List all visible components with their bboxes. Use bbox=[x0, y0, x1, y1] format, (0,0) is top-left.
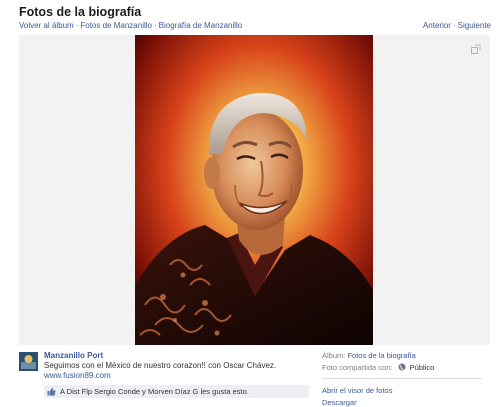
website-link[interactable]: www.fusion89.com bbox=[44, 371, 111, 380]
likes-text[interactable]: A Dist Flp Sergio Conde y Morven Díaz G … bbox=[60, 387, 249, 396]
globe-icon bbox=[398, 363, 406, 371]
photos-of-manzanillo-link[interactable]: Fotos de Manzanillo bbox=[80, 21, 152, 30]
biography-link[interactable]: Biografía de Manzanillo bbox=[159, 21, 243, 30]
poster-name-link[interactable]: Manzanillo Port bbox=[44, 351, 103, 360]
back-to-album-link[interactable]: Volver al álbum bbox=[19, 21, 74, 30]
avatar[interactable] bbox=[19, 352, 38, 371]
previous-link[interactable]: Anterior bbox=[423, 21, 451, 30]
breadcrumb: Volver al álbum · Fotos de Manzanillo · Biog… bbox=[19, 21, 242, 30]
thumbs-up-icon[interactable] bbox=[47, 387, 56, 396]
album-label: Álbum: bbox=[322, 351, 346, 360]
pager-separator: · bbox=[452, 21, 456, 30]
breadcrumb-separator: · bbox=[153, 21, 157, 30]
expand-icon[interactable] bbox=[471, 44, 481, 54]
photo-pager: Anterior · Siguiente bbox=[423, 21, 491, 30]
privacy-selector[interactable]: Público bbox=[410, 363, 435, 372]
likes-bar: A Dist Flp Sergio Conde y Morven Díaz G … bbox=[44, 385, 309, 398]
portrait-image bbox=[135, 35, 373, 345]
photo-caption: Seguimos con el México de nuestro corazo… bbox=[44, 361, 277, 370]
open-photo-viewer-link[interactable]: Abrir el visor de fotos bbox=[322, 386, 392, 395]
album-link[interactable]: Fotos de la biografía bbox=[347, 351, 415, 360]
divider bbox=[322, 378, 482, 379]
download-link[interactable]: Descargar bbox=[322, 398, 357, 407]
page-title: Fotos de la biografía bbox=[19, 5, 142, 19]
next-link[interactable]: Siguiente bbox=[458, 21, 491, 30]
shared-with-label: Foto compartida con: bbox=[322, 363, 393, 372]
main-photo[interactable] bbox=[135, 35, 373, 345]
